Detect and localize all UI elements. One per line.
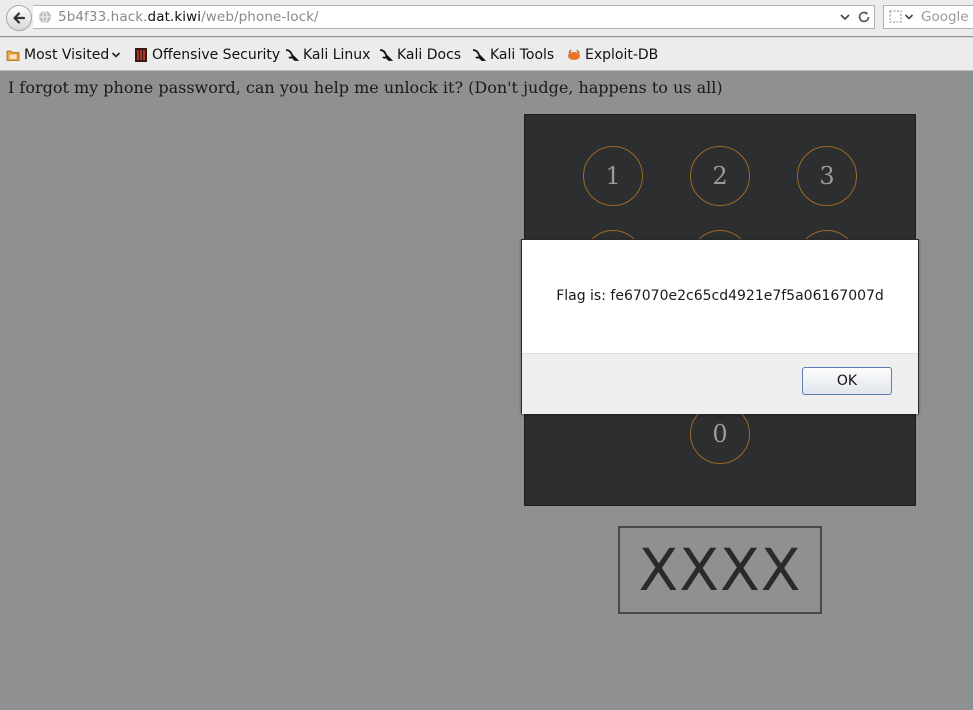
search-placeholder: Google — [921, 9, 969, 25]
globe-icon — [39, 10, 51, 24]
kali-dragon-icon — [285, 49, 299, 61]
intro-text: I forgot my phone password, can you help… — [8, 78, 723, 97]
bookmark-label: Offensive Security — [152, 47, 281, 63]
bookmark-label: Kali Tools — [490, 47, 555, 63]
back-button[interactable] — [6, 5, 32, 31]
url-path: /web/phone-lock/ — [201, 9, 319, 25]
bookmark-exploit-db[interactable]: Exploit-DB — [567, 45, 658, 65]
folder-icon — [6, 50, 20, 61]
bookmark-most-visited[interactable]: Most Visited — [6, 45, 121, 65]
dialog-message: Flag is: fe67070e2c65cd4921e7f5a06167007… — [556, 288, 884, 304]
chevron-down-icon[interactable] — [904, 12, 914, 22]
dialog-footer: OK — [522, 353, 918, 414]
key-2[interactable]: 2 — [690, 146, 750, 206]
key-3[interactable]: 3 — [797, 146, 857, 206]
kali-dragon-icon — [472, 49, 486, 61]
search-engine-icon[interactable] — [889, 10, 902, 23]
search-bar[interactable]: Google — [883, 5, 973, 29]
bookmark-label: Kali Linux — [303, 47, 371, 63]
pin-display: XXXX — [618, 526, 822, 614]
url-text[interactable]: 5b4f33.hack.dat.kiwi/web/phone-lock/ — [58, 9, 319, 25]
reload-icon[interactable] — [856, 9, 872, 25]
chevron-down-icon — [112, 52, 121, 58]
bookmark-kali-linux[interactable]: Kali Linux — [285, 45, 370, 65]
ok-button[interactable]: OK — [802, 367, 892, 395]
browser-toolbar: 5b4f33.hack.dat.kiwi/web/phone-lock/ Goo… — [0, 0, 973, 36]
bookmarks-toolbar: Most Visited Offensive Security Kali Lin… — [0, 37, 973, 71]
back-arrow-icon — [13, 12, 26, 24]
kali-dragon-icon — [379, 49, 393, 61]
bookmark-label: Exploit-DB — [585, 47, 659, 63]
url-bar[interactable]: 5b4f33.hack.dat.kiwi/web/phone-lock/ — [33, 5, 875, 29]
url-prefix: 5b4f33.hack. — [58, 9, 148, 25]
bookmark-offensive-security[interactable]: Offensive Security — [134, 45, 280, 65]
bookmark-label: Most Visited — [24, 47, 110, 63]
bookmark-kali-tools[interactable]: Kali Tools — [472, 45, 554, 65]
chevron-down-icon[interactable] — [839, 11, 851, 23]
bookmark-kali-docs[interactable]: Kali Docs — [379, 45, 461, 65]
key-1[interactable]: 1 — [583, 146, 643, 206]
exploitdb-icon — [568, 49, 580, 60]
url-host: dat.kiwi — [147, 9, 202, 25]
bookmark-label: Kali Docs — [397, 47, 462, 63]
offsec-icon — [135, 48, 147, 62]
alert-dialog: Flag is: fe67070e2c65cd4921e7f5a06167007… — [521, 239, 919, 414]
